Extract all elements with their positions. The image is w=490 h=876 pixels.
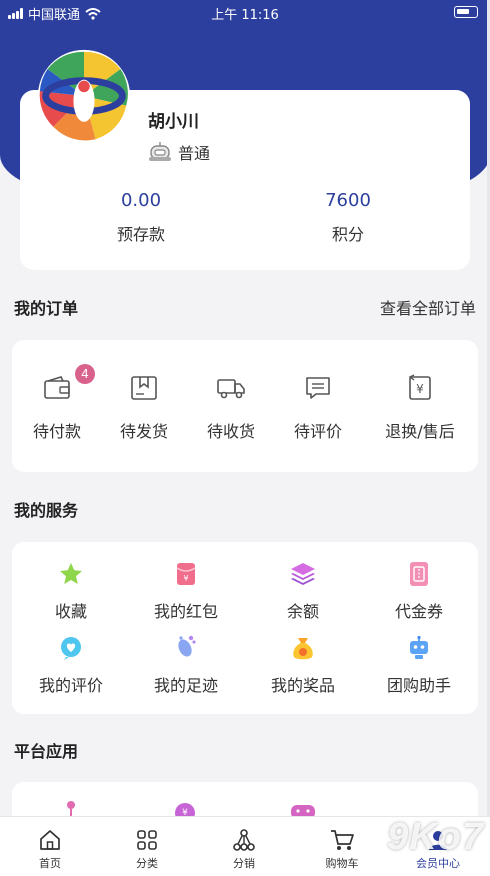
- service-red-envelope-label: 我的红包: [153, 602, 218, 621]
- watermark-logo: 9Ko7: [387, 816, 484, 858]
- stat-points-value: 7600: [325, 190, 371, 211]
- layers-icon: [291, 563, 315, 585]
- tab-home[interactable]: 首页: [10, 827, 90, 871]
- status-bar: 中国联通 上午 11:16: [0, 0, 490, 26]
- svg-text:¥: ¥: [416, 382, 424, 396]
- battery-icon: [454, 6, 478, 18]
- box-icon: [131, 376, 157, 400]
- cart-icon: [331, 830, 354, 850]
- service-prizes[interactable]: 我的奖品: [248, 634, 358, 696]
- member-level[interactable]: 普通: [148, 140, 210, 164]
- tab-distribution[interactable]: 分销: [204, 827, 284, 871]
- prize-bag-icon: [293, 638, 313, 660]
- voucher-icon: [410, 562, 428, 586]
- svg-text:¥: ¥: [182, 808, 188, 816]
- truck-icon: [217, 379, 245, 399]
- avatar[interactable]: [36, 48, 132, 144]
- service-favorites-label: 收藏: [54, 602, 87, 621]
- service-footprints[interactable]: 我的足迹: [131, 634, 241, 696]
- service-footprints-label: 我的足迹: [153, 676, 218, 695]
- refund-icon: ¥: [408, 374, 431, 400]
- service-group-buy-assistant-label: 团购助手: [386, 676, 451, 695]
- footprint-icon: [178, 635, 196, 657]
- order-pending-shipment-label: 待发货: [119, 422, 168, 441]
- grid-icon: [137, 830, 157, 850]
- tab-category[interactable]: 分类: [107, 827, 187, 871]
- wallet-icon: [44, 376, 70, 399]
- home-icon: [40, 830, 60, 850]
- status-time: 上午 11:16: [211, 8, 279, 23]
- tab-cart[interactable]: 购物车: [302, 827, 382, 871]
- level-robot-icon: [149, 142, 171, 161]
- member-level-label: 普通: [178, 144, 211, 163]
- orders-title: 我的订单: [14, 299, 79, 318]
- tab-home-label: 首页: [39, 857, 61, 870]
- tab-cart-label: 购物车: [325, 857, 359, 870]
- service-balance[interactable]: 余额: [248, 560, 358, 622]
- stat-balance[interactable]: 0.00 预存款: [71, 190, 211, 245]
- view-all-orders-link[interactable]: 查看全部订单: [380, 295, 476, 319]
- service-voucher-label: 代金券: [394, 602, 443, 621]
- share-tree-icon: [233, 829, 255, 851]
- star-icon: [60, 563, 82, 584]
- service-favorites[interactable]: 收藏: [16, 560, 126, 622]
- username: 胡小川: [148, 112, 199, 132]
- stat-balance-value: 0.00: [120, 190, 162, 211]
- robot-icon: [410, 635, 428, 659]
- services-title: 我的服务: [14, 501, 79, 520]
- platform-pin-icon[interactable]: [62, 800, 80, 816]
- platform-coupon-icon[interactable]: ¥: [174, 802, 196, 816]
- order-after-sales-label: 退换/售后: [385, 422, 455, 441]
- order-pending-receipt-label: 待收货: [206, 422, 255, 441]
- order-pending-payment-label: 待付款: [32, 422, 81, 441]
- order-after-sales[interactable]: ¥ 退换/售后: [375, 372, 465, 442]
- order-pending-review[interactable]: 待评价: [273, 372, 363, 442]
- service-red-envelope[interactable]: ¥ 我的红包: [131, 560, 241, 622]
- order-pending-review-label: 待评价: [293, 422, 342, 441]
- service-group-buy-assistant[interactable]: 团购助手: [364, 634, 474, 696]
- pending-payment-badge: 4: [75, 364, 95, 384]
- svg-text:¥: ¥: [183, 574, 188, 583]
- stat-points[interactable]: 7600 积分: [278, 190, 418, 245]
- service-my-reviews-label: 我的评价: [38, 676, 103, 695]
- tab-distribution-label: 分销: [233, 857, 255, 870]
- stat-balance-label: 预存款: [116, 225, 165, 244]
- review-heart-icon: [61, 637, 81, 660]
- platform-title: 平台应用: [14, 742, 79, 761]
- platform-game-icon[interactable]: [290, 802, 316, 816]
- comment-icon: [306, 377, 330, 399]
- service-prizes-label: 我的奖品: [270, 676, 335, 695]
- tab-category-label: 分类: [136, 857, 158, 870]
- stat-points-label: 积分: [331, 225, 364, 244]
- order-pending-shipment[interactable]: 待发货: [99, 372, 189, 442]
- red-envelope-icon: ¥: [176, 563, 196, 585]
- service-voucher[interactable]: 代金券: [364, 560, 474, 622]
- order-pending-receipt[interactable]: 待收货: [186, 372, 276, 442]
- service-my-reviews[interactable]: 我的评价: [16, 634, 126, 696]
- service-balance-label: 余额: [286, 602, 319, 621]
